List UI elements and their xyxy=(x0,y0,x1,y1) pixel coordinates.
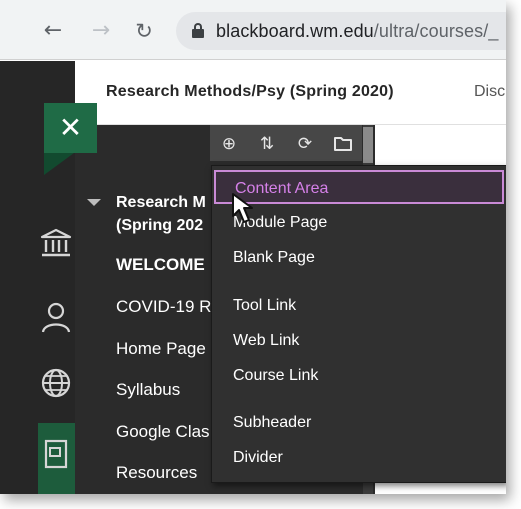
add-circle-icon[interactable]: ⊕ xyxy=(216,131,242,157)
url-path: /ultra/courses/_ xyxy=(373,21,499,41)
close-tab-fold xyxy=(44,153,74,175)
course-menu-toolbar: ⊕ ⇅ ⟳ xyxy=(210,125,362,161)
add-web-link-option[interactable]: Web Link xyxy=(212,324,504,358)
course-name-line2: (Spring 202 xyxy=(116,217,204,234)
add-blank-page-option[interactable]: Blank Page xyxy=(212,241,504,275)
refresh-icon[interactable]: ⟳ xyxy=(292,131,318,157)
back-arrow-icon[interactable]: ← xyxy=(40,18,66,44)
course-name-line1: Research M xyxy=(116,194,206,211)
menu-item-home-page[interactable]: Home Page xyxy=(116,339,226,359)
menu-item-resources[interactable]: Resources xyxy=(116,463,226,483)
add-course-link-option[interactable]: Course Link xyxy=(212,359,504,393)
courses-icon[interactable] xyxy=(38,436,74,472)
institution-icon[interactable] xyxy=(38,225,74,261)
add-tool-link-option[interactable]: Tool Link xyxy=(212,289,504,323)
course-header: Research Methods/Psy (Spring 2020) Discu xyxy=(75,61,506,125)
screenshot-frame: ← → ↻ blackboard.wm.edu/ultra/courses/_ xyxy=(0,0,506,494)
url-text[interactable]: blackboard.wm.edu/ultra/courses/_ xyxy=(216,21,498,42)
add-divider-option[interactable]: Divider xyxy=(212,441,504,475)
address-bar[interactable]: blackboard.wm.edu/ultra/courses/_ xyxy=(176,12,506,50)
blackboard-page: Research Methods/Psy (Spring 2020) Discu… xyxy=(0,61,506,494)
menu-scrollbar-thumb[interactable] xyxy=(363,127,373,163)
lock-icon[interactable] xyxy=(192,23,204,38)
close-menu-button[interactable]: ✕ xyxy=(44,103,97,153)
person-icon[interactable] xyxy=(38,299,74,335)
menu-item-syllabus[interactable]: Syllabus xyxy=(116,380,226,400)
add-subheader-option[interactable]: Subheader xyxy=(212,406,504,440)
browser-toolbar: ← → ↻ blackboard.wm.edu/ultra/courses/_ xyxy=(0,0,506,60)
mouse-pointer-icon xyxy=(232,193,253,223)
menu-item-welcome[interactable]: WELCOME xyxy=(116,255,226,275)
tab-discussions[interactable]: Discu xyxy=(474,83,506,101)
caret-down-icon[interactable] xyxy=(87,199,101,206)
course-title: Research Methods/Psy (Spring 2020) xyxy=(106,83,394,100)
menu-course-name[interactable]: Research M (Spring 202 xyxy=(116,191,226,237)
menu-item-covid[interactable]: COVID-19 R xyxy=(116,297,226,317)
forward-arrow-icon[interactable]: → xyxy=(88,18,114,44)
folder-icon[interactable] xyxy=(330,131,356,157)
sort-arrows-icon[interactable]: ⇅ xyxy=(254,131,280,157)
menu-item-google-classroom[interactable]: Google Clas xyxy=(116,422,226,442)
globe-icon[interactable] xyxy=(38,365,74,401)
url-host: blackboard.wm.edu xyxy=(216,21,374,41)
reload-icon[interactable]: ↻ xyxy=(131,18,157,44)
